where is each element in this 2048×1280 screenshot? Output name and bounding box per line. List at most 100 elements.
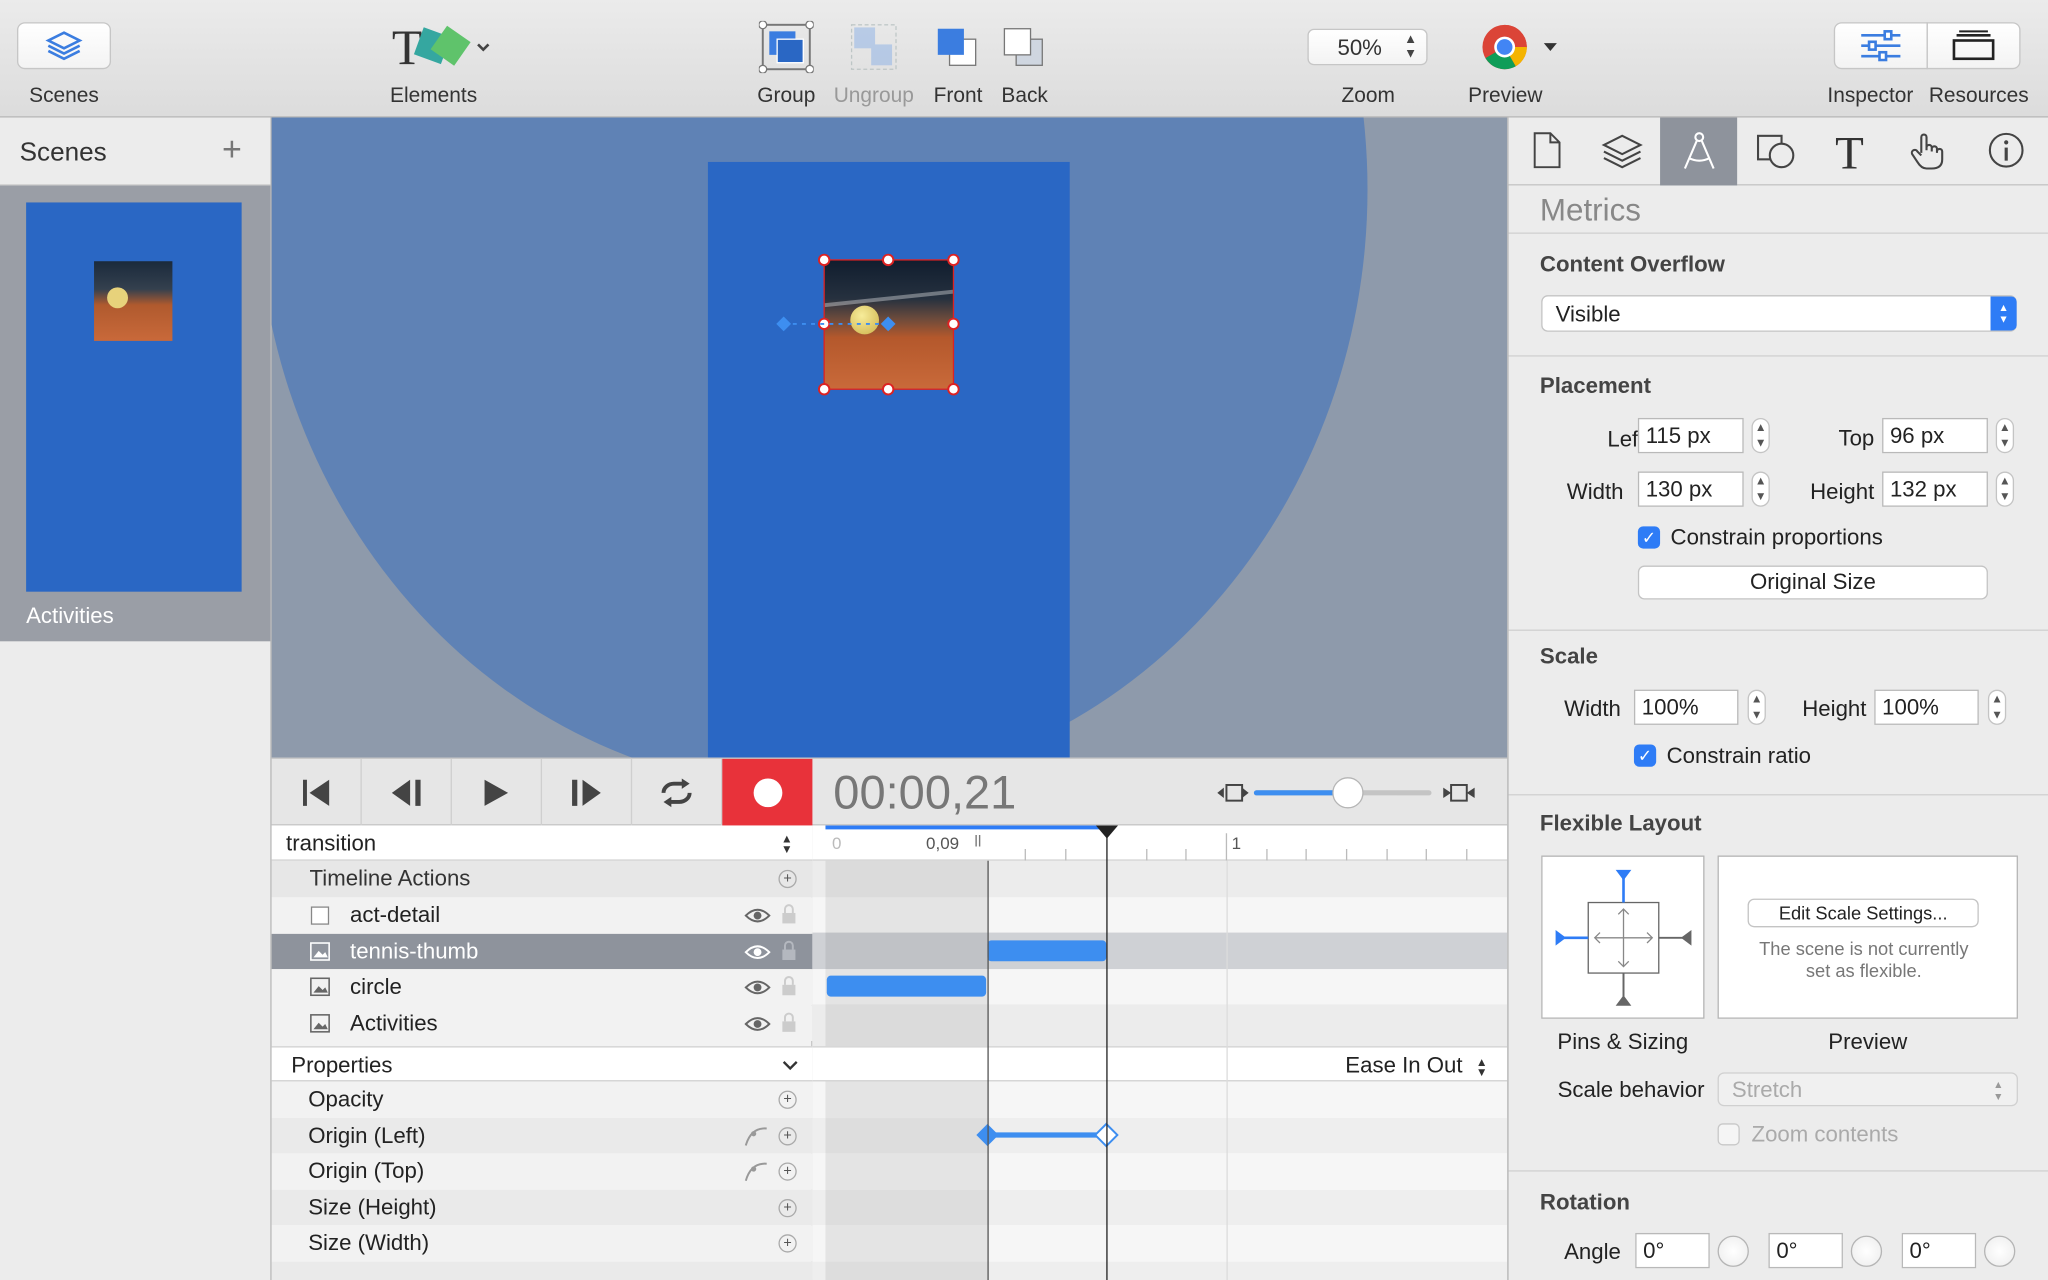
eye-icon[interactable] <box>744 978 771 996</box>
scenes-button[interactable] <box>16 22 112 70</box>
scale-behavior-select[interactable]: Stretch ▲ ▼ <box>1717 1072 2018 1107</box>
top-field[interactable]: 96 px <box>1882 417 1988 454</box>
timeline-zoom-in-icon[interactable] <box>1441 781 1478 805</box>
circle-track-bar[interactable] <box>826 975 987 997</box>
angle-z-field[interactable]: 0° <box>1901 1232 1977 1269</box>
constrain-proportions-checkbox[interactable]: ✓ <box>1637 526 1661 549</box>
tennis-thumb-track-bar[interactable] <box>987 940 1107 962</box>
playhead[interactable] <box>1106 825 1108 1280</box>
ungroup-button[interactable] <box>850 24 897 71</box>
flexible-preview: Edit Scale Settings... The scene is not … <box>1717 855 2018 1019</box>
eye-icon[interactable] <box>744 942 771 960</box>
scale-width-stepper[interactable]: ▲ ▼ <box>1747 689 1766 725</box>
lock-icon[interactable] <box>781 976 797 997</box>
left-stepper[interactable]: ▲ ▼ <box>1751 417 1770 454</box>
property-row-size-height[interactable]: Size (Height) + <box>271 1189 813 1226</box>
playhead-handle[interactable] <box>1095 825 1119 839</box>
group-button[interactable] <box>758 20 814 74</box>
origin-left-keyframes[interactable] <box>812 1081 1507 1280</box>
tab-actions[interactable] <box>1889 118 1965 186</box>
timeline-zoom-slider[interactable] <box>1253 777 1432 809</box>
left-field[interactable]: 115 px <box>1637 417 1744 454</box>
go-to-start-button[interactable] <box>272 758 362 827</box>
original-size-button[interactable]: Original Size <box>1637 565 1988 600</box>
tab-document[interactable] <box>1509 118 1585 186</box>
height-stepper[interactable]: ▲ ▼ <box>1995 471 2015 507</box>
timeline-tracks[interactable]: 0 0,09 ll 1 Ease In Out ▲ ▼ <box>812 825 1508 1280</box>
tab-text[interactable]: T <box>1813 118 1889 186</box>
timeline-zoom-slider-knob[interactable] <box>1332 777 1364 809</box>
step-forward-button[interactable] <box>542 758 633 827</box>
chevron-down-icon[interactable] <box>782 1061 798 1071</box>
content-overflow-select[interactable]: Visible ▲ ▼ <box>1541 295 2017 332</box>
eye-icon[interactable] <box>744 906 771 924</box>
angle-x-dial[interactable] <box>1717 1235 1749 1267</box>
tab-shapes[interactable] <box>1737 118 1813 186</box>
layer-row-tennis-thumb[interactable]: tennis-thumb <box>271 933 813 970</box>
flexible-layout-label: Flexible Layout <box>1539 811 1702 836</box>
add-scene-button[interactable]: + <box>222 132 242 166</box>
scale-width-field[interactable]: 100% <box>1633 689 1739 725</box>
pins-diagram[interactable] <box>1543 857 1706 1020</box>
property-row-opacity[interactable]: Opacity + <box>271 1081 813 1118</box>
layer-name: circle <box>350 974 402 1000</box>
stage-canvas[interactable] <box>271 117 1508 758</box>
tab-metrics[interactable] <box>1660 117 1738 186</box>
tab-info[interactable] <box>1964 118 2048 186</box>
timeline-ruler[interactable]: 0 0,09 ll 1 <box>812 825 1508 861</box>
scene-thumbnail-selected[interactable]: Activities <box>0 185 271 642</box>
timeline-actions-row[interactable]: Timeline Actions + <box>271 860 813 897</box>
front-button[interactable] <box>935 26 979 68</box>
back-button[interactable] <box>1002 26 1046 68</box>
play-button[interactable] <box>452 758 543 827</box>
curve-icon[interactable] <box>743 1160 769 1184</box>
selection-handles[interactable] <box>272 118 1508 758</box>
layer-row-circle[interactable]: circle <box>271 969 813 1006</box>
pins-sizing-widget[interactable] <box>1541 855 1706 1020</box>
property-row-origin-left[interactable]: Origin (Left) + <box>271 1117 813 1154</box>
eye-icon[interactable] <box>744 1014 771 1032</box>
preview-button[interactable] <box>1481 24 1562 74</box>
step-back-button[interactable] <box>362 758 452 827</box>
height-field[interactable]: 132 px <box>1882 471 1988 507</box>
angle-y-dial[interactable] <box>1850 1235 1883 1267</box>
lock-icon[interactable] <box>781 940 797 961</box>
scale-height-stepper[interactable]: ▲ ▼ <box>1987 689 2007 725</box>
loop-button[interactable] <box>632 758 723 827</box>
width-stepper[interactable]: ▲ ▼ <box>1751 471 1770 507</box>
property-row-origin-top[interactable]: Origin (Top) + <box>271 1153 813 1190</box>
add-keyframe-icon[interactable]: + <box>778 1198 797 1217</box>
elements-button[interactable]: T <box>389 21 499 73</box>
angle-z-dial[interactable] <box>1983 1235 2016 1267</box>
add-keyframe-icon[interactable]: + <box>778 1090 797 1109</box>
zoom-contents-checkbox[interactable] <box>1717 1123 1740 1146</box>
layer-row-activities[interactable]: Activities <box>271 1005 813 1041</box>
add-keyframe-icon[interactable]: + <box>778 1162 797 1181</box>
add-action-icon[interactable]: + <box>778 869 797 889</box>
constrain-ratio-checkbox[interactable]: ✓ <box>1633 744 1657 767</box>
width-field[interactable]: 130 px <box>1637 471 1744 507</box>
lock-icon[interactable] <box>781 1011 797 1033</box>
scale-height-field[interactable]: 100% <box>1874 689 1979 725</box>
easing-header[interactable]: Ease In Out ▲ ▼ <box>812 1046 1508 1082</box>
lock-icon[interactable] <box>781 904 797 925</box>
tab-layers[interactable] <box>1584 118 1660 186</box>
property-row-size-width[interactable]: Size (Width) + <box>271 1225 813 1262</box>
angle-y-field[interactable]: 0° <box>1768 1232 1843 1269</box>
inspector-button[interactable] <box>1833 22 1928 70</box>
zoom-value: 50% <box>1337 35 1382 61</box>
curve-icon[interactable] <box>743 1124 769 1148</box>
properties-header[interactable]: Properties <box>271 1046 813 1082</box>
add-keyframe-icon[interactable]: + <box>778 1126 797 1145</box>
angle-x-field[interactable]: 0° <box>1635 1232 1710 1269</box>
top-stepper[interactable]: ▲ ▼ <box>1995 417 2015 454</box>
property-row-empty <box>271 1261 813 1280</box>
edit-scale-settings-button[interactable]: Edit Scale Settings... <box>1747 898 1979 928</box>
timeline-zoom-out-icon[interactable] <box>1215 781 1252 805</box>
resources-button[interactable] <box>1926 22 2021 70</box>
zoom-stepper[interactable]: 50% ▲ ▼ <box>1307 28 1428 66</box>
layer-row-act-detail[interactable]: act-detail <box>271 897 813 934</box>
add-keyframe-icon[interactable]: + <box>778 1234 797 1253</box>
record-button[interactable] <box>722 758 813 827</box>
animation-selector[interactable]: transition ▲ ▼ <box>271 825 813 861</box>
